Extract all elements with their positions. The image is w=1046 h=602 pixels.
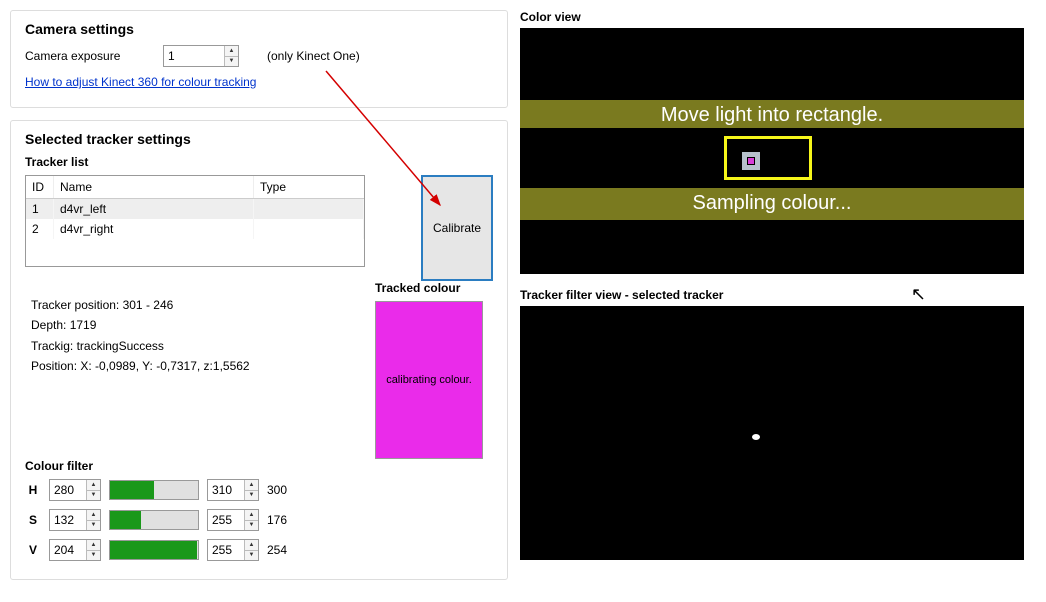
tracked-colour-label: Tracked colour bbox=[375, 281, 493, 295]
filter-v-label: V bbox=[25, 543, 41, 557]
tracked-colour-swatch: calibrating colour. bbox=[375, 301, 483, 459]
v-bar[interactable] bbox=[109, 540, 199, 560]
filter-view-title: Tracker filter view - selected tracker bbox=[520, 288, 1036, 302]
h-bar[interactable] bbox=[109, 480, 199, 500]
color-view: Move light into rectangle. Sampling colo… bbox=[520, 28, 1024, 274]
stepper-up-icon[interactable]: ▲ bbox=[245, 540, 258, 551]
move-light-text: Move light into rectangle. bbox=[520, 104, 1024, 127]
stepper-down-icon[interactable]: ▼ bbox=[87, 521, 100, 531]
stepper-up-icon[interactable]: ▲ bbox=[87, 480, 100, 491]
stepper-up-icon[interactable]: ▲ bbox=[87, 510, 100, 521]
filter-row-s: S ▲▼ ▲▼ 176 bbox=[25, 509, 365, 531]
depth-text: Depth: 1719 bbox=[31, 315, 250, 335]
tracker-list-header: ID Name Type bbox=[26, 176, 364, 199]
target-rectangle bbox=[724, 136, 812, 180]
tracker-settings-title: Selected tracker settings bbox=[25, 131, 493, 147]
stepper-up-icon[interactable]: ▲ bbox=[87, 540, 100, 551]
s-high-stepper[interactable]: ▲▼ bbox=[207, 509, 259, 531]
s-low-stepper[interactable]: ▲▼ bbox=[49, 509, 101, 531]
calibrate-button[interactable]: Calibrate bbox=[421, 175, 493, 281]
camera-exposure-stepper[interactable]: ▲▼ bbox=[163, 45, 239, 67]
stepper-down-icon[interactable]: ▼ bbox=[245, 491, 258, 501]
color-view-title: Color view bbox=[520, 10, 1036, 24]
filter-row-h: H ▲▼ ▲▼ 300 bbox=[25, 479, 365, 501]
filter-h-label: H bbox=[25, 483, 41, 497]
col-header-name: Name bbox=[54, 176, 254, 198]
sampling-text: Sampling colour... bbox=[520, 192, 1024, 215]
tracking-status-text: Trackig: trackingSuccess bbox=[31, 336, 250, 356]
kinect-help-link[interactable]: How to adjust Kinect 360 for colour trac… bbox=[25, 75, 256, 89]
table-row[interactable]: 1 d4vr_left bbox=[26, 199, 364, 219]
cursor-icon: ↖ bbox=[911, 284, 926, 305]
camera-settings-title: Camera settings bbox=[25, 21, 493, 37]
v-low-stepper[interactable]: ▲▼ bbox=[49, 539, 101, 561]
colour-filter-title: Colour filter bbox=[25, 459, 365, 473]
stepper-down-icon[interactable]: ▼ bbox=[245, 551, 258, 561]
tracked-light-marker bbox=[742, 152, 760, 170]
table-row[interactable]: 2 d4vr_right bbox=[26, 219, 364, 239]
v-value: 254 bbox=[267, 543, 287, 557]
h-low-stepper[interactable]: ▲▼ bbox=[49, 479, 101, 501]
h-value: 300 bbox=[267, 483, 287, 497]
h-high-stepper[interactable]: ▲▼ bbox=[207, 479, 259, 501]
col-header-type: Type bbox=[254, 176, 364, 198]
filter-s-label: S bbox=[25, 513, 41, 527]
stepper-up-icon[interactable]: ▲ bbox=[245, 480, 258, 491]
tracked-colour-status: calibrating colour. bbox=[386, 374, 472, 386]
stepper-down-icon[interactable]: ▼ bbox=[245, 521, 258, 531]
camera-exposure-input[interactable] bbox=[164, 46, 224, 66]
filter-row-v: V ▲▼ ▲▼ 254 bbox=[25, 539, 365, 561]
tracker-settings-panel: Selected tracker settings Tracker list I… bbox=[10, 120, 508, 580]
position-text: Position: X: -0,0989, Y: -0,7317, z:1,55… bbox=[31, 356, 250, 376]
tracker-list[interactable]: ID Name Type 1 d4vr_left 2 d4vr_right bbox=[25, 175, 365, 267]
s-value: 176 bbox=[267, 513, 287, 527]
tracker-list-label: Tracker list bbox=[25, 155, 493, 169]
tracker-filter-view bbox=[520, 306, 1024, 560]
s-bar[interactable] bbox=[109, 510, 199, 530]
stepper-down-icon[interactable]: ▼ bbox=[225, 57, 238, 67]
camera-settings-panel: Camera settings Camera exposure ▲▼ (only… bbox=[10, 10, 508, 108]
stepper-up-icon[interactable]: ▲ bbox=[225, 46, 238, 57]
stepper-down-icon[interactable]: ▼ bbox=[87, 551, 100, 561]
tracker-info: Tracker position: 301 - 246 Depth: 1719 … bbox=[31, 295, 250, 377]
stepper-down-icon[interactable]: ▼ bbox=[87, 491, 100, 501]
filter-detection-dot bbox=[752, 434, 760, 440]
stepper-up-icon[interactable]: ▲ bbox=[245, 510, 258, 521]
col-header-id: ID bbox=[26, 176, 54, 198]
camera-exposure-label: Camera exposure bbox=[25, 49, 155, 63]
camera-note: (only Kinect One) bbox=[267, 49, 360, 63]
tracker-position-text: Tracker position: 301 - 246 bbox=[31, 295, 250, 315]
v-high-stepper[interactable]: ▲▼ bbox=[207, 539, 259, 561]
